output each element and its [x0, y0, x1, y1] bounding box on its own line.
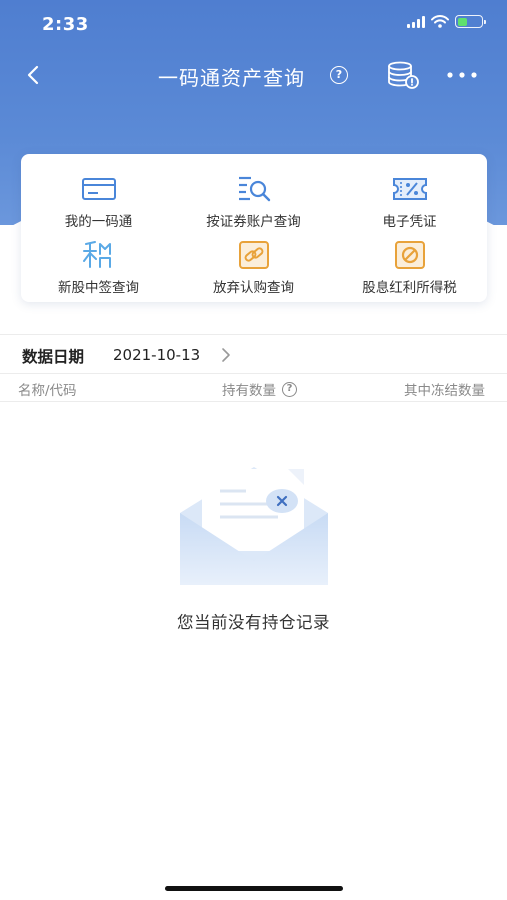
more-icon[interactable]	[444, 60, 480, 90]
link-abandon-icon	[238, 241, 269, 269]
shortcut-e-voucher[interactable]: 电子凭证	[332, 174, 487, 230]
coin-stack-icon[interactable]	[386, 60, 420, 90]
chevron-right-icon	[222, 348, 230, 362]
card-icon	[81, 178, 116, 200]
shortcut-abandon-subscription[interactable]: 放弃认购查询	[176, 240, 331, 296]
nav-bar: 一码通资产查询 ?	[0, 52, 507, 98]
page: 2:33 一码通资产查询 ? 我的一码通 按证券账户查询 电子凭证 新股中签查询…	[0, 0, 507, 900]
help-icon[interactable]: ?	[282, 381, 297, 397]
holdings-table-header: 名称/代码 持有数量 ? 其中冻结数量	[0, 376, 507, 402]
shortcut-my-code[interactable]: 我的一码通	[21, 174, 176, 230]
shortcut-card: 我的一码通 按证券账户查询 电子凭证 新股中签查询 放弃认购查询 股息红利所得税	[21, 154, 487, 302]
shortcut-ipo-lottery[interactable]: 新股中签查询	[21, 240, 176, 296]
voucher-percent-icon	[392, 178, 427, 200]
back-chevron-icon[interactable]	[20, 60, 50, 90]
shortcut-label: 股息红利所得税	[362, 280, 457, 296]
shortcut-dividend-tax[interactable]: 股息红利所得税	[332, 240, 487, 296]
home-indicator[interactable]	[165, 886, 343, 891]
shortcut-label: 新股中签查询	[58, 280, 139, 296]
lottery-chars-icon	[82, 241, 111, 268]
data-date-label: 数据日期	[22, 348, 85, 366]
data-date-row[interactable]: 数据日期 2021-10-13	[0, 338, 507, 372]
shortcut-account-query[interactable]: 按证券账户查询	[176, 174, 331, 230]
page-title: 一码通资产查询	[158, 66, 305, 90]
empty-state-message: 您当前没有持仓记录	[177, 613, 330, 632]
shortcut-label: 放弃认购查询	[213, 280, 294, 296]
column-frozen-quantity: 其中冻结数量	[404, 383, 485, 399]
shortcut-label: 电子凭证	[382, 214, 437, 230]
wifi-icon	[431, 15, 449, 28]
shortcut-label: 我的一码通	[64, 214, 133, 230]
status-icons	[407, 15, 486, 28]
divider	[0, 373, 507, 374]
help-icon[interactable]: ?	[330, 66, 348, 84]
empty-envelope-icon	[180, 467, 328, 585]
column-quantity: 持有数量 ?	[222, 379, 297, 399]
column-quantity-label: 持有数量	[222, 383, 276, 399]
divider	[0, 401, 507, 402]
status-time: 2:33	[42, 14, 89, 35]
divider	[0, 334, 507, 335]
signal-icon	[407, 15, 425, 28]
battery-icon	[455, 15, 486, 28]
status-bar: 2:33	[0, 0, 507, 48]
tax-ban-icon	[394, 241, 425, 269]
data-date-value: 2021-10-13	[113, 346, 201, 364]
column-name-code: 名称/代码	[18, 383, 77, 399]
list-search-icon	[238, 176, 270, 202]
shortcut-label: 按证券账户查询	[206, 214, 301, 230]
